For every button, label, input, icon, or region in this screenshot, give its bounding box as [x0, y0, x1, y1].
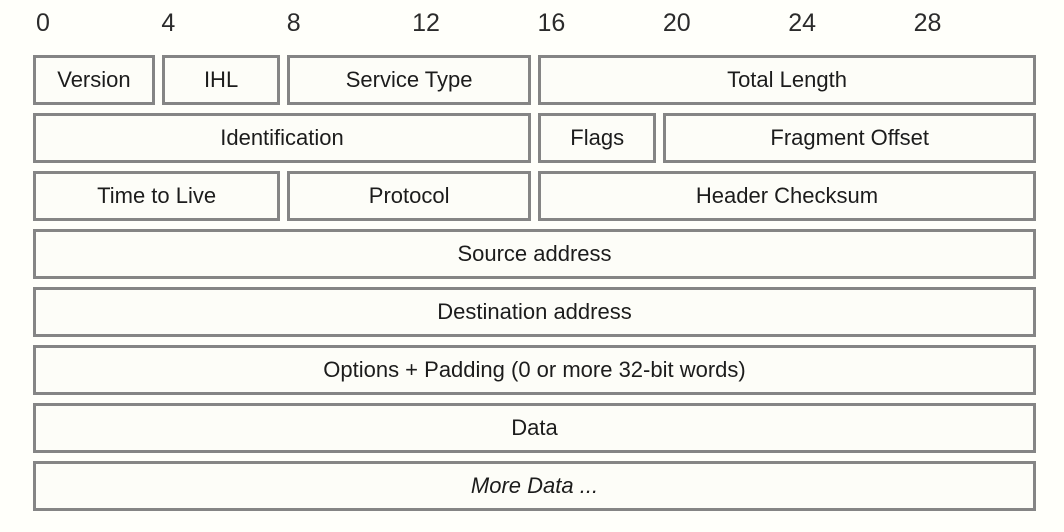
- field-identification: Identification: [33, 113, 531, 163]
- field-label: Fragment Offset: [770, 125, 929, 150]
- field-total-length: Total Length: [538, 55, 1036, 105]
- field-label: Data: [511, 415, 558, 440]
- field-label: Protocol: [368, 183, 450, 208]
- header-row: Version IHL Service Type Total Length: [0, 55, 1064, 105]
- field-label: Version: [57, 67, 131, 92]
- field-data: Data: [33, 403, 1036, 453]
- header-row: Time to Live Protocol Header Checksum: [0, 171, 1064, 221]
- field-label: Options + Padding (0 or more 32-bit word…: [323, 357, 746, 382]
- header-row: Destination address: [0, 287, 1064, 337]
- bit-tick-8: 8: [286, 9, 301, 37]
- bit-ruler: 0 4 8 12 16 20 24 28: [0, 0, 1064, 48]
- header-row: More Data ...: [0, 461, 1064, 511]
- field-source-address: Source address: [33, 229, 1036, 279]
- field-destination-address: Destination address: [33, 287, 1036, 337]
- header-row: Data: [0, 403, 1064, 453]
- field-label: Identification: [220, 125, 344, 150]
- bit-tick-4: 4: [161, 9, 176, 37]
- field-header-checksum: Header Checksum: [538, 171, 1036, 221]
- bit-tick-16: 16: [537, 9, 566, 37]
- header-row: Source address: [0, 229, 1064, 279]
- field-protocol: Protocol: [287, 171, 531, 221]
- field-service-type: Service Type: [287, 55, 531, 105]
- bit-tick-0: 0: [36, 9, 50, 37]
- header-row: Options + Padding (0 or more 32-bit word…: [0, 345, 1064, 395]
- field-label: Flags: [570, 125, 625, 150]
- field-ihl: IHL: [161, 55, 281, 105]
- field-label: Header Checksum: [695, 183, 879, 208]
- bit-tick-20: 20: [662, 9, 691, 37]
- field-label: IHL: [203, 67, 239, 92]
- field-label: Service Type: [345, 67, 473, 92]
- field-label: Time to Live: [97, 183, 217, 208]
- bit-tick-28: 28: [913, 9, 942, 37]
- field-flags: Flags: [538, 113, 657, 163]
- field-options-padding-0-or-more-32-bit-words: Options + Padding (0 or more 32-bit word…: [33, 345, 1036, 395]
- field-time-to-live: Time to Live: [33, 171, 281, 221]
- field-fragment-offset: Fragment Offset: [663, 113, 1036, 163]
- field-label: More Data ...: [470, 473, 599, 498]
- field-label: Destination address: [437, 299, 632, 324]
- bit-tick-12: 12: [412, 9, 440, 37]
- header-row: Identification Flags Fragment Offset: [0, 113, 1064, 163]
- field-label: Total Length: [727, 67, 847, 92]
- bit-tick-24: 24: [788, 9, 817, 37]
- ipv4-header-diagram: 0 4 8 12 16 20 24 28 Version IHL Service Type Tota…: [0, 0, 1064, 532]
- field-version: Version: [33, 55, 155, 105]
- field-more-data: More Data ...: [33, 461, 1036, 511]
- field-label: Source address: [457, 241, 612, 266]
